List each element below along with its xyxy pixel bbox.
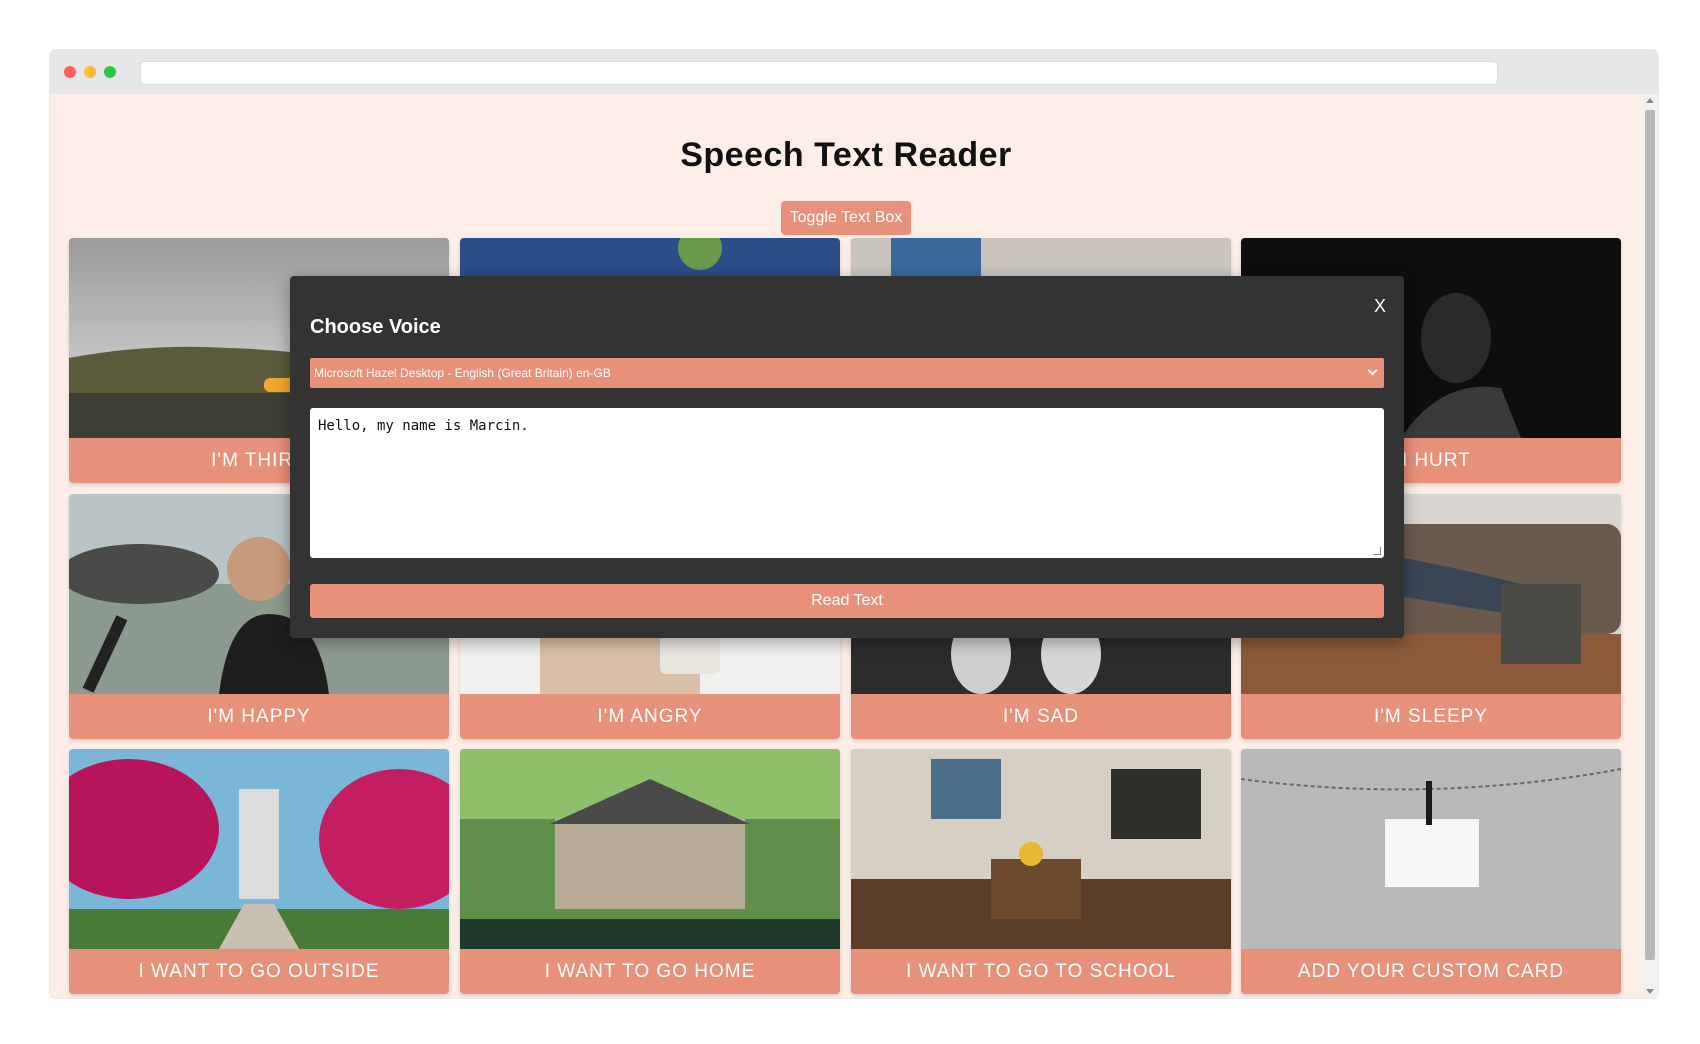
card-label: I WANT TO GO OUTSIDE: [138, 961, 380, 982]
blank-note-clip-photo-icon: [1241, 749, 1621, 949]
toggle-text-box-button[interactable]: Toggle Text Box: [781, 201, 911, 235]
scroll-down-icon[interactable]: [1646, 989, 1654, 994]
card-label: I'M SLEEPY: [1374, 706, 1488, 727]
modal-title: Choose Voice: [310, 316, 441, 338]
card-home[interactable]: I WANT TO GO HOME: [460, 749, 840, 994]
card-label: I WANT TO GO HOME: [544, 961, 756, 982]
text-input-value: Hello, my name is Marcin.: [318, 418, 529, 434]
voice-select[interactable]: Microsoft Hazel Desktop - English (Great…: [310, 358, 1384, 388]
resize-handle-icon[interactable]: [1373, 547, 1381, 555]
maximize-window-icon[interactable]: [104, 66, 116, 78]
card-label: I'M SAD: [1002, 706, 1080, 727]
scroll-thumb[interactable]: [1645, 110, 1655, 960]
speech-text-input[interactable]: Hello, my name is Marcin.: [310, 408, 1384, 558]
card-label: ADD YOUR CUSTOM CARD: [1297, 961, 1565, 982]
card-school[interactable]: I WANT TO GO TO SCHOOL: [851, 749, 1231, 994]
vertical-scrollbar[interactable]: [1642, 94, 1658, 998]
minimize-window-icon[interactable]: [84, 66, 96, 78]
classroom-photo-icon: [851, 749, 1231, 949]
page-viewport: Speech Text Reader Toggle Text Box I'M T…: [50, 94, 1642, 998]
pink-trees-park-photo-icon: [69, 749, 449, 949]
close-window-icon[interactable]: [64, 66, 76, 78]
address-bar[interactable]: [140, 61, 1498, 85]
card-outside[interactable]: I WANT TO GO OUTSIDE: [69, 749, 449, 994]
house-photo-icon: [460, 749, 840, 949]
card-label: I'M ANGRY: [597, 706, 703, 727]
browser-titlebar: [50, 50, 1658, 94]
page-title: Speech Text Reader: [680, 136, 1012, 174]
browser-window: Speech Text Reader Toggle Text Box I'M T…: [50, 50, 1658, 998]
choose-voice-modal: X Choose Voice Microsoft Hazel Desktop -…: [290, 276, 1404, 638]
read-text-button[interactable]: Read Text: [310, 584, 1384, 618]
card-add-custom[interactable]: ADD YOUR CUSTOM CARD: [1241, 749, 1621, 994]
close-modal-button[interactable]: X: [1374, 296, 1386, 317]
card-label: I WANT TO GO TO SCHOOL: [906, 961, 1176, 982]
chevron-down-icon: [1367, 365, 1378, 376]
card-label: I'M HAPPY: [207, 706, 311, 727]
scroll-up-icon[interactable]: [1646, 98, 1654, 103]
selected-voice-label: Microsoft Hazel Desktop - English (Great…: [314, 366, 611, 380]
